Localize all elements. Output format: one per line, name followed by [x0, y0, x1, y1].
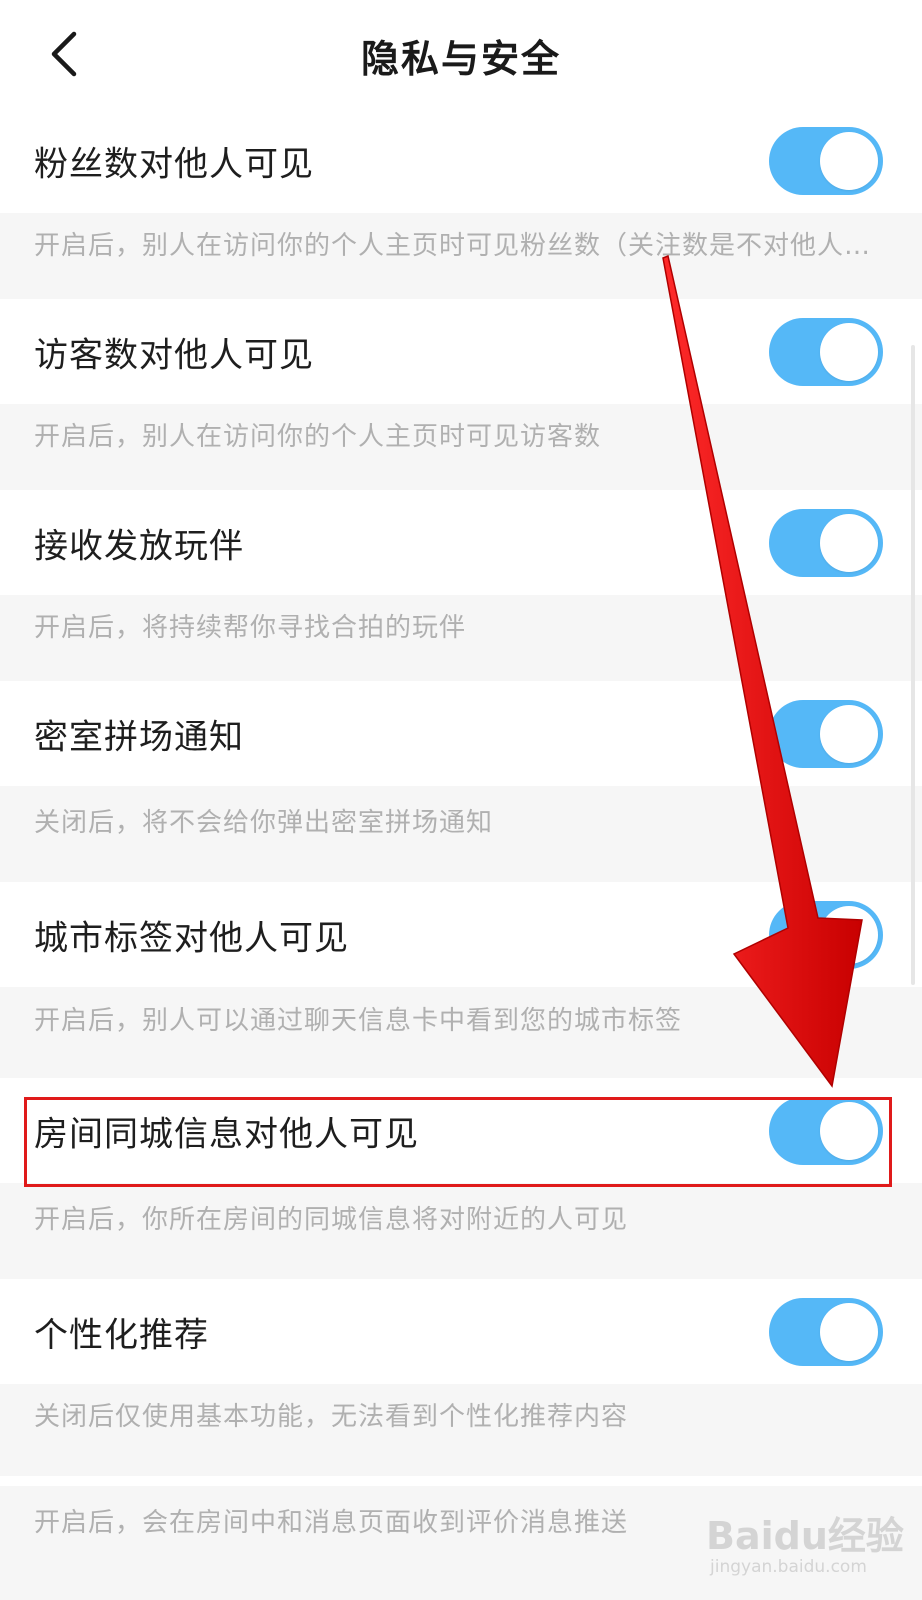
setting-description: 开启后，别人在访问你的个人主页时可见粉丝数（关注数是不对他人… — [0, 213, 922, 299]
setting-item: 个性化推荐 关闭后仅使用基本功能，无法看到个性化推荐内容 — [0, 1279, 922, 1476]
setting-row-city-tag-visible: 城市标签对他人可见 — [0, 882, 922, 987]
settings-list: 粉丝数对他人可见 开启后，别人在访问你的个人主页时可见粉丝数（关注数是不对他人…… — [0, 108, 922, 1596]
setting-row-room-city-visible: 房间同城信息对他人可见 — [0, 1078, 922, 1183]
setting-item: 粉丝数对他人可见 开启后，别人在访问你的个人主页时可见粉丝数（关注数是不对他人… — [0, 108, 922, 299]
header-bar: 隐私与安全 — [0, 0, 922, 108]
setting-row-fans-visible: 粉丝数对他人可见 — [0, 108, 922, 213]
toggle-knob — [820, 131, 878, 190]
setting-label: 密室拼场通知 — [34, 717, 244, 757]
setting-description-text: 开启后，你所在房间的同城信息将对附近的人可见 — [34, 1205, 629, 1235]
setting-row-receive-partner: 接收发放玩伴 — [0, 490, 922, 595]
setting-label: 接收发放玩伴 — [34, 526, 244, 566]
escape-room-notify-toggle[interactable] — [769, 699, 883, 768]
toggle-knob — [820, 704, 878, 763]
room-city-visible-toggle[interactable] — [769, 1096, 883, 1165]
setting-description: 开启后，别人可以通过聊天信息卡中看到您的城市标签 — [0, 987, 922, 1078]
setting-description: 开启后，将持续帮你寻找合拍的玩伴 — [0, 595, 922, 681]
setting-label: 粉丝数对他人可见 — [34, 144, 314, 184]
setting-description: 开启后，会在房间中和消息页面收到评价消息推送 — [0, 1476, 922, 1596]
setting-item: 密室拼场通知 关闭后，将不会给你弹出密室拼场通知 — [0, 681, 922, 882]
page-title: 隐私与安全 — [360, 37, 561, 81]
setting-description-text: 关闭后仅使用基本功能，无法看到个性化推荐内容 — [34, 1402, 629, 1432]
setting-label: 个性化推荐 — [34, 1315, 209, 1355]
setting-description-text: 关闭后，将不会给你弹出密室拼场通知 — [34, 808, 494, 838]
receive-partner-toggle[interactable] — [769, 508, 883, 577]
setting-row-visitors-visible: 访客数对他人可见 — [0, 299, 922, 404]
toggle-knob — [820, 322, 878, 381]
setting-item: 访客数对他人可见 开启后，别人在访问你的个人主页时可见访客数 — [0, 299, 922, 490]
setting-description-text: 开启后，别人在访问你的个人主页时可见粉丝数（关注数是不对他人… — [34, 231, 872, 261]
setting-item: 接收发放玩伴 开启后，将持续帮你寻找合拍的玩伴 — [0, 490, 922, 681]
toggle-knob — [820, 905, 878, 964]
setting-row-escape-room-notify: 密室拼场通知 — [0, 681, 922, 786]
setting-item: 城市标签对他人可见 开启后，别人可以通过聊天信息卡中看到您的城市标签 — [0, 882, 922, 1078]
setting-item: 房间同城信息对他人可见 开启后，你所在房间的同城信息将对附近的人可见 — [0, 1078, 922, 1279]
scrollbar[interactable] — [911, 345, 915, 985]
toggle-knob — [820, 513, 878, 572]
personalized-recommend-toggle[interactable] — [769, 1297, 883, 1366]
setting-description-text: 开启后，别人可以通过聊天信息卡中看到您的城市标签 — [34, 1006, 683, 1036]
setting-description: 开启后，别人在访问你的个人主页时可见访客数 — [0, 404, 922, 490]
setting-label: 访客数对他人可见 — [34, 335, 314, 375]
setting-description-text: 开启后，会在房间中和消息页面收到评价消息推送 — [34, 1508, 629, 1538]
setting-description-text: 开启后，将持续帮你寻找合拍的玩伴 — [34, 613, 467, 643]
toggle-knob — [820, 1302, 878, 1361]
visitors-visible-toggle[interactable] — [769, 317, 883, 386]
setting-row-personalized-recommend: 个性化推荐 — [0, 1279, 922, 1384]
city-tag-visible-toggle[interactable] — [769, 900, 883, 969]
setting-description: 开启后，你所在房间的同城信息将对附近的人可见 — [0, 1183, 922, 1279]
setting-label: 城市标签对他人可见 — [34, 918, 349, 958]
setting-description-text: 开启后，别人在访问你的个人主页时可见访客数 — [34, 422, 602, 452]
setting-description: 关闭后仅使用基本功能，无法看到个性化推荐内容 — [0, 1384, 922, 1476]
setting-label: 房间同城信息对他人可见 — [34, 1114, 419, 1154]
fans-visible-toggle[interactable] — [769, 126, 883, 195]
toggle-knob — [820, 1101, 878, 1160]
setting-description: 关闭后，将不会给你弹出密室拼场通知 — [0, 786, 922, 882]
